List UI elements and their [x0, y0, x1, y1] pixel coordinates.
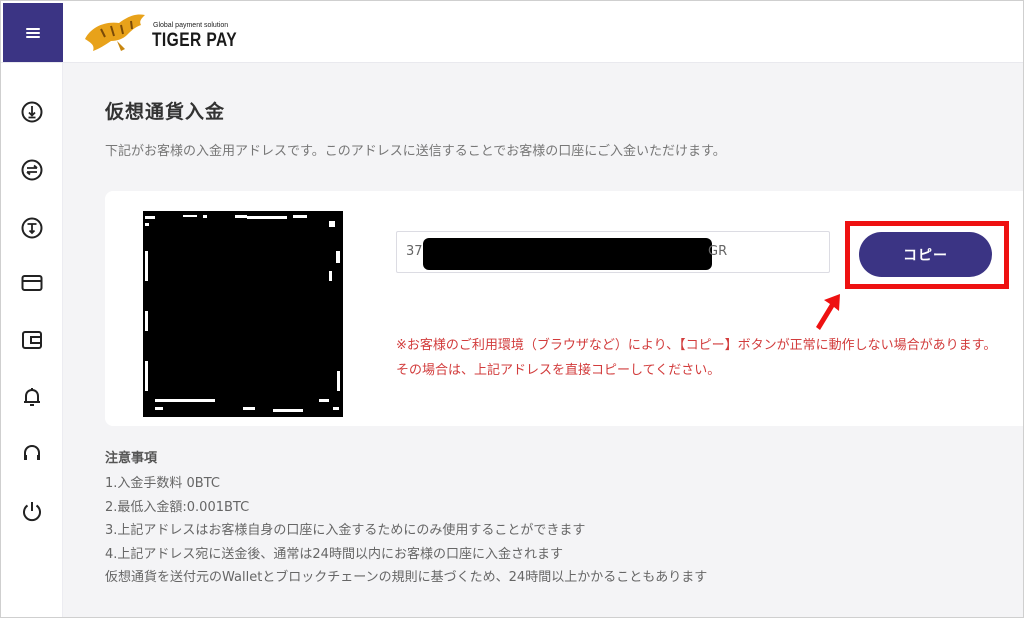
sidebar-item-logout[interactable]: [16, 495, 48, 527]
wallet-icon: [22, 331, 42, 349]
address-redaction: [423, 238, 712, 270]
copy-warning-line-2: その場合は、上記アドレスを直接コピーしてください。: [396, 363, 721, 378]
main-content: 仮想通貨入金 下記がお客様の入金用アドレスです。このアドレスに送信することでお客…: [63, 63, 1023, 617]
page-title: 仮想通貨入金: [105, 101, 226, 123]
bell-icon: [24, 388, 40, 406]
tiger-logo-icon: [85, 14, 145, 52]
menu-toggle-button[interactable]: [3, 3, 63, 62]
hamburger-icon: [26, 27, 40, 38]
card-icon: [21, 275, 43, 291]
sidebar: [1, 63, 63, 617]
copy-warning-line-1: ※お客様のご利用環境（ブラウザなど）により、【コピー】ボタンが正常に動作しない場…: [396, 338, 997, 353]
exchange-icon: [21, 159, 43, 181]
notes-section: 注意事項 1.入金手数料 0BTC 2.最低入金額:0.001BTC 3.上記ア…: [105, 447, 707, 590]
note-line: 1.入金手数料 0BTC: [105, 476, 220, 491]
logo-wordmark: TIGER PAY: [152, 30, 238, 51]
circle-t-icon: [21, 217, 43, 239]
sidebar-item-card[interactable]: [16, 267, 48, 299]
sidebar-item-deposit[interactable]: [16, 96, 48, 128]
circle-down-arrow-icon: [21, 101, 43, 123]
copy-button[interactable]: コピー: [859, 232, 992, 277]
sidebar-item-wallet[interactable]: [16, 324, 48, 356]
deposit-address-card: 37 GR コピー ※お客様のご利用環境（ブラウザなど）により、【コピー】ボタン…: [105, 191, 1023, 426]
address-end-text: GR: [708, 244, 728, 259]
app-window: Global payment solution TIGER PAY 仮想通貨入金…: [0, 0, 1024, 618]
notes-title: 注意事項: [105, 451, 158, 466]
logo[interactable]: Global payment solution TIGER PAY: [81, 9, 237, 57]
page-description: 下記がお客様の入金用アドレスです。このアドレスに送信することでお客様の口座にご入…: [105, 144, 726, 159]
power-icon: [23, 502, 41, 522]
logo-tagline: Global payment solution: [153, 22, 229, 29]
sidebar-item-exchange[interactable]: [16, 154, 48, 186]
note-line: 仮想通貨を送付元のWalletとブロックチェーンの規則に基づくため、24時間以上…: [105, 570, 708, 585]
pointer-arrow-icon: [816, 294, 840, 330]
address-start-text: 37: [406, 244, 423, 259]
top-bar: Global payment solution TIGER PAY: [1, 1, 1023, 63]
note-line: 4.上記アドレス宛に送金後、通常は24時間以内にお客様の口座に入金されます: [105, 546, 563, 562]
headset-icon: [24, 444, 40, 460]
sidebar-item-notifications[interactable]: [16, 381, 48, 413]
note-line: 2.最低入金額:0.001BTC: [105, 499, 250, 515]
sidebar-item-withdraw[interactable]: [16, 212, 48, 244]
qr-code: [143, 211, 343, 417]
deposit-address-field[interactable]: 37 GR: [396, 231, 830, 273]
note-line: 3.上記アドレスはお客様自身の口座に入金するためにのみ使用することができます: [105, 523, 586, 538]
sidebar-item-support[interactable]: [16, 437, 48, 469]
